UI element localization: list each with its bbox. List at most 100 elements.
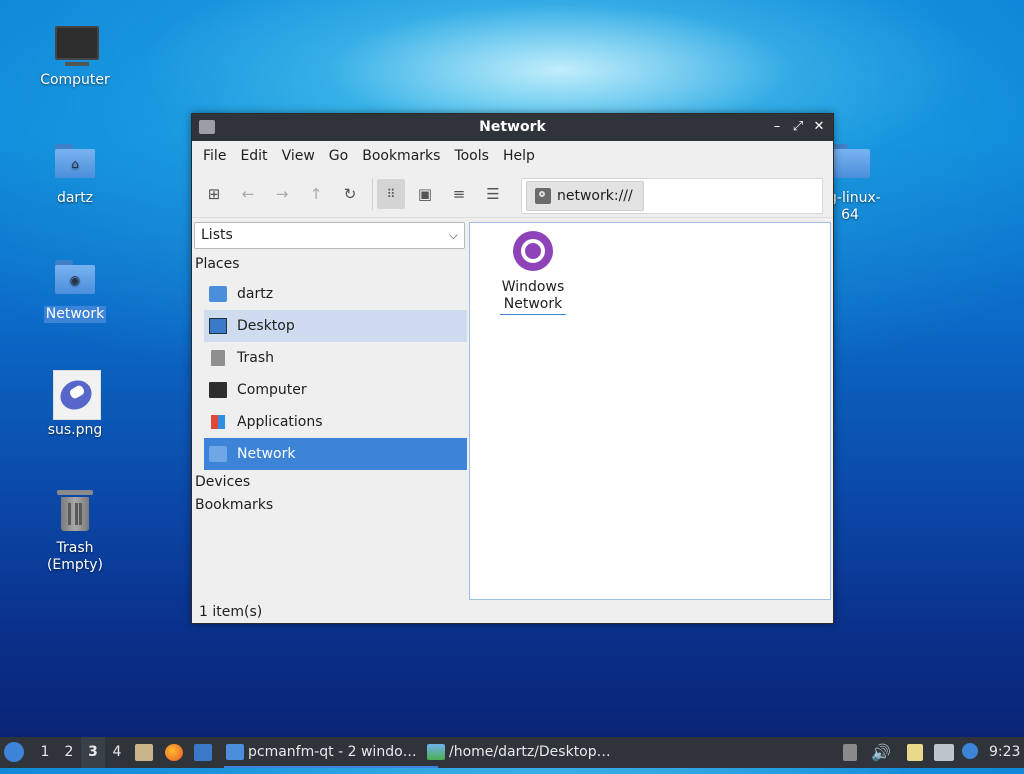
desktop-icon-trash[interactable]: Trash (Empty) [25, 488, 125, 574]
back-button[interactable]: ← [234, 179, 262, 209]
task-label: /home/dartz/Desktop… [449, 744, 611, 760]
taskbar-task-pcmanfm[interactable]: pcmanfm-qt - 2 windo… [224, 739, 438, 768]
new-tab-button[interactable]: ⊞ [200, 179, 228, 209]
window-title: Network [479, 119, 546, 135]
section-devices[interactable]: Devices [195, 474, 250, 490]
image-icon: ▣ [417, 185, 433, 203]
menu-view[interactable]: View [275, 141, 322, 171]
computer-icon [51, 20, 99, 68]
trash-icon [211, 350, 225, 366]
minimize-icon[interactable]: – [768, 118, 786, 136]
arrow-up-icon: ↑ [309, 185, 323, 203]
sidebar-item-label: Desktop [237, 318, 295, 334]
side-pane-mode-select[interactable]: Lists ⌵ [194, 222, 465, 249]
desktop-icon [209, 318, 227, 334]
network-folder-icon: ◉ [51, 254, 99, 302]
notification-icon[interactable] [962, 743, 978, 759]
compact-view-button[interactable]: ≡ [445, 179, 473, 209]
sidebar-item-dartz[interactable]: dartz [204, 278, 467, 310]
computer-icon [209, 382, 227, 398]
home-folder-icon: ⌂ [51, 138, 99, 186]
firefox-icon[interactable] [165, 744, 183, 761]
sidebar-item-label: Applications [237, 414, 323, 430]
workspace-2[interactable]: 2 [57, 737, 81, 768]
menu-tools[interactable]: Tools [447, 141, 496, 171]
sidebar-item-desktop[interactable]: Desktop [204, 310, 467, 342]
show-desktop-icon[interactable] [194, 744, 212, 761]
workspace-1[interactable]: 1 [33, 737, 57, 768]
desktop-icon-computer[interactable]: Computer [25, 20, 125, 89]
menu-bookmarks[interactable]: Bookmarks [355, 141, 447, 171]
network-icon [535, 188, 551, 204]
app-menu-icon [4, 742, 24, 762]
desktop-icon-label: Trash (Empty) [46, 540, 104, 573]
desktop-icon-label: Computer [40, 72, 110, 88]
menu-help[interactable]: Help [496, 141, 542, 171]
desktop-icon-sus-png[interactable]: sus.png [25, 370, 125, 439]
status-bar: 1 item(s) [199, 604, 263, 620]
sidebar-item-network[interactable]: Network [204, 438, 467, 470]
detailed-view-button[interactable]: ☰ [479, 179, 507, 209]
applications-icon [211, 415, 225, 429]
desktop-icon-label: Network [43, 306, 107, 323]
file-item-windows-network[interactable]: Windows Network [500, 229, 566, 315]
toolbar-separator [372, 178, 373, 210]
volume-icon[interactable]: 🔊 [871, 737, 891, 768]
task-label: pcmanfm-qt - 2 windo… [248, 744, 417, 760]
menu-go[interactable]: Go [322, 141, 355, 171]
grid-icon: ⠿ [386, 187, 396, 201]
thumbnail-view-button[interactable]: ▣ [411, 179, 439, 209]
reload-button[interactable]: ↻ [336, 179, 364, 209]
network-globe-icon [513, 231, 553, 271]
arrow-left-icon: ← [241, 185, 255, 203]
folder-view[interactable]: Windows Network [469, 222, 831, 600]
taskbar: 1 2 3 4 pcmanfm-qt - 2 windo… /home/dart… [0, 737, 1024, 768]
desktop-icon-network[interactable]: ◉ Network [25, 254, 125, 323]
new-tab-icon: ⊞ [207, 185, 221, 203]
up-button[interactable]: ↑ [302, 179, 330, 209]
path-label: network:/// [557, 188, 633, 204]
file-manager-launcher-icon[interactable] [135, 744, 153, 761]
file-item-label-line: Windows [501, 279, 565, 295]
sidebar-item-label: dartz [237, 286, 274, 302]
network-status-icon[interactable] [934, 744, 954, 761]
desktop-icon-dartz[interactable]: ⌂ dartz [25, 138, 125, 207]
image-viewer-icon [427, 744, 445, 760]
section-bookmarks[interactable]: Bookmarks [195, 497, 273, 513]
sidebar-item-label: Computer [237, 382, 307, 398]
sidebar-item-applications[interactable]: Applications [204, 406, 467, 438]
eject-icon[interactable] [843, 744, 857, 761]
forward-button[interactable]: → [268, 179, 296, 209]
file-manager-window: Network – ⤢ ✕ File Edit View Go Bookmark… [191, 113, 834, 624]
menu-edit[interactable]: Edit [233, 141, 274, 171]
detailed-list-icon: ☰ [486, 185, 500, 203]
reload-icon: ↻ [343, 185, 357, 203]
folder-icon [226, 744, 244, 760]
desktop-icon-label: sus.png [47, 422, 103, 438]
path-bar[interactable]: network:/// [521, 178, 823, 214]
maximize-icon[interactable]: ⤢ [789, 118, 807, 136]
menu-file[interactable]: File [196, 141, 233, 171]
toolbar: ⊞ ← → ↑ ↻ ⠿ ▣ ≡ ☰ network:/// [192, 171, 833, 218]
clipboard-icon[interactable] [907, 744, 923, 761]
taskbar-task-image-viewer[interactable]: /home/dartz/Desktop… [425, 739, 649, 766]
start-menu-button[interactable] [4, 737, 28, 768]
window-titlebar[interactable]: Network – ⤢ ✕ [192, 114, 833, 141]
sidebar-item-label: Network [237, 446, 296, 462]
side-pane-mode-value: Lists [201, 227, 233, 243]
clock[interactable]: 9:23 [989, 737, 1020, 768]
file-item-label: Windows Network [500, 279, 566, 315]
menu-bar: File Edit View Go Bookmarks Tools Help [192, 141, 833, 171]
sidebar-item-computer[interactable]: Computer [204, 374, 467, 406]
workspace-4[interactable]: 4 [105, 737, 129, 768]
path-button-network[interactable]: network:/// [526, 181, 644, 211]
network-icon [209, 446, 227, 462]
section-places[interactable]: Places [195, 256, 240, 272]
workspace-3[interactable]: 3 [81, 737, 105, 768]
close-icon[interactable]: ✕ [810, 118, 828, 136]
icon-view-button[interactable]: ⠿ [377, 179, 405, 209]
desktop-icon-label: dartz [56, 190, 94, 206]
file-item-label-line: Network [503, 296, 563, 312]
side-pane: Lists ⌵ Places dartz Desktop Trash Compu… [192, 218, 469, 602]
sidebar-item-trash[interactable]: Trash [204, 342, 467, 374]
